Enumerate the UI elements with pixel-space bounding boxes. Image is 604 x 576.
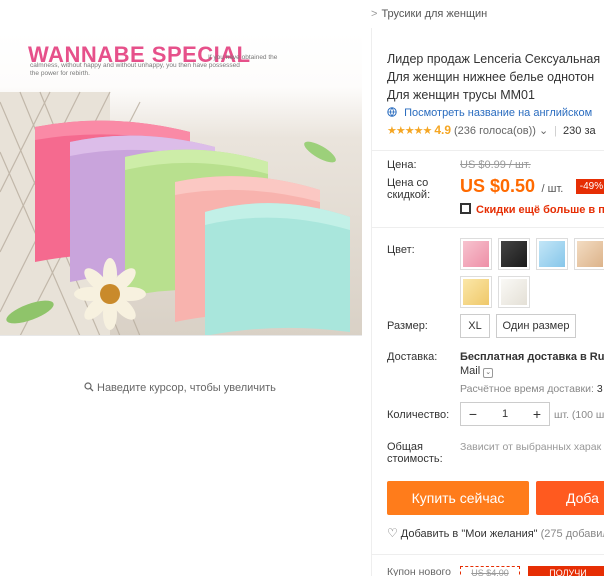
total-label-line: Общая xyxy=(387,441,423,453)
divider xyxy=(372,150,604,151)
product-image[interactable]: WANNABE SPECIAL If you have obtained the… xyxy=(0,32,362,336)
get-coupon-button[interactable]: ПОЛУЧИ xyxy=(528,566,604,576)
product-title-line: Для женщин трусы MM01 xyxy=(387,88,535,102)
color-swatch-pink[interactable] xyxy=(460,238,492,270)
zoom-hint: Наведите курсор, чтобы увеличить xyxy=(84,382,276,394)
translate-link[interactable]: Посмотреть название на английском xyxy=(387,107,592,119)
heart-icon: ♡ xyxy=(387,526,398,540)
buy-now-button[interactable]: Купить сейчас xyxy=(387,481,529,515)
color-swatch-blue[interactable] xyxy=(536,238,568,270)
image-caption: If you have obtained the calmness, witho… xyxy=(30,54,300,78)
total-label: Общая стоимость: xyxy=(387,441,443,465)
breadcrumb-current[interactable]: Трусики для женщин xyxy=(381,8,487,20)
shipping-method: Бесплатная доставка в Russ xyxy=(460,351,604,363)
translate-link-text: Посмотреть название на английском xyxy=(404,107,593,119)
size-label: Размер: xyxy=(387,320,428,332)
coupon-promo[interactable]: Скидки ещё больше в при xyxy=(460,203,604,216)
product-title-line: Для женщин нижнее белье однотон xyxy=(387,70,595,84)
breadcrumb-separator: > xyxy=(371,8,378,20)
discount-badge: -49% xyxy=(575,179,604,194)
shipping-carrier[interactable]: Mail ⌄ xyxy=(460,365,494,378)
original-price: US $0.99 / шт. xyxy=(460,159,531,171)
magnifier-icon xyxy=(84,382,94,392)
total-label-line: стоимость: xyxy=(387,453,443,465)
coupon-promo-text: Скидки ещё больше в при xyxy=(476,204,604,216)
price-label: Цена: xyxy=(387,159,417,171)
price-unit: / шт. xyxy=(541,183,564,195)
orders-count: 230 за xyxy=(563,125,596,137)
rating-divider: | xyxy=(554,125,558,137)
quantity-stepper: − 1 + xyxy=(460,402,550,426)
color-label: Цвет: xyxy=(387,244,415,256)
add-to-wishlist-text: Добавить в "Мои желания" xyxy=(400,528,538,540)
product-gallery: WANNABE SPECIAL If you have obtained the… xyxy=(0,32,372,576)
product-info-panel: Лидер продаж Lenceria Сексуальная Для же… xyxy=(371,28,604,576)
discount-price-label-line: скидкой: xyxy=(387,189,431,201)
delivery-estimate-label: Расчётное время доставки: xyxy=(460,383,594,395)
chevron-down-icon[interactable]: ⌄ xyxy=(483,368,494,378)
wishlist-count: (275 добавил xyxy=(540,528,604,540)
product-title-line: Лидер продаж Lenceria Сексуальная xyxy=(387,52,601,66)
product-title: Лидер продаж Lenceria Сексуальная Для же… xyxy=(387,50,600,104)
sale-price: US $0.50 / шт. -49% xyxy=(460,176,604,197)
image-caption-line: the power for rebirth. xyxy=(30,70,90,77)
sale-price-value: US $0.50 xyxy=(460,176,536,196)
quantity-increase-button[interactable]: + xyxy=(525,403,549,425)
delivery-estimate-value: 3 xyxy=(596,383,603,395)
image-caption-line: If you have obtained the xyxy=(208,54,278,61)
divider xyxy=(372,227,604,228)
quantity-label: Количество: xyxy=(387,409,450,421)
rating-votes[interactable]: (236 голоса(ов)) xyxy=(454,125,536,137)
quantity-input[interactable]: 1 xyxy=(485,403,525,425)
size-option-one-size[interactable]: Один размер xyxy=(496,314,576,338)
quantity-available: шт. (100 шт xyxy=(554,409,604,421)
image-caption-line: calmness, without happy and without unha… xyxy=(30,62,240,69)
color-swatch-yellow[interactable] xyxy=(460,276,492,308)
rating-score: 4.9 xyxy=(434,123,451,137)
size-option-xl[interactable]: XL xyxy=(460,314,490,338)
color-swatch-beige[interactable] xyxy=(574,238,604,270)
delivery-estimate: Расчётное время доставки: 3 xyxy=(460,383,603,395)
discount-price-label-line: Цена со xyxy=(387,177,429,189)
add-to-cart-button[interactable]: Доба xyxy=(536,481,604,515)
quantity-decrease-button[interactable]: − xyxy=(461,403,485,425)
coupon-value: US $4.00 xyxy=(460,566,520,576)
qr-code-icon xyxy=(460,203,471,214)
discount-price-label: Цена со скидкой: xyxy=(387,177,430,201)
star-rating-icon: ★★★★★ xyxy=(387,125,432,137)
total-value-note: Зависит от выбранных харак xyxy=(460,441,602,453)
rating: ★★★★★ 4.9 (236 голоса(ов)) ⌄ | 230 за xyxy=(387,123,596,137)
breadcrumb: > Трусики для женщин xyxy=(371,8,487,20)
shipping-label: Доставка: xyxy=(387,351,438,363)
zoom-hint-text: Наведите курсор, чтобы увеличить xyxy=(97,382,276,394)
divider xyxy=(372,554,604,555)
translate-icon xyxy=(387,107,400,119)
chevron-down-icon[interactable]: ⌄ xyxy=(539,125,548,137)
color-swatch-black[interactable] xyxy=(498,238,530,270)
color-swatch-white[interactable] xyxy=(498,276,530,308)
shipping-carrier-name: Mail xyxy=(460,365,481,377)
new-user-coupon-label: Купон нового xyxy=(387,566,451,576)
add-to-wishlist[interactable]: ♡ Добавить в "Мои желания" (275 добавил xyxy=(387,526,604,540)
